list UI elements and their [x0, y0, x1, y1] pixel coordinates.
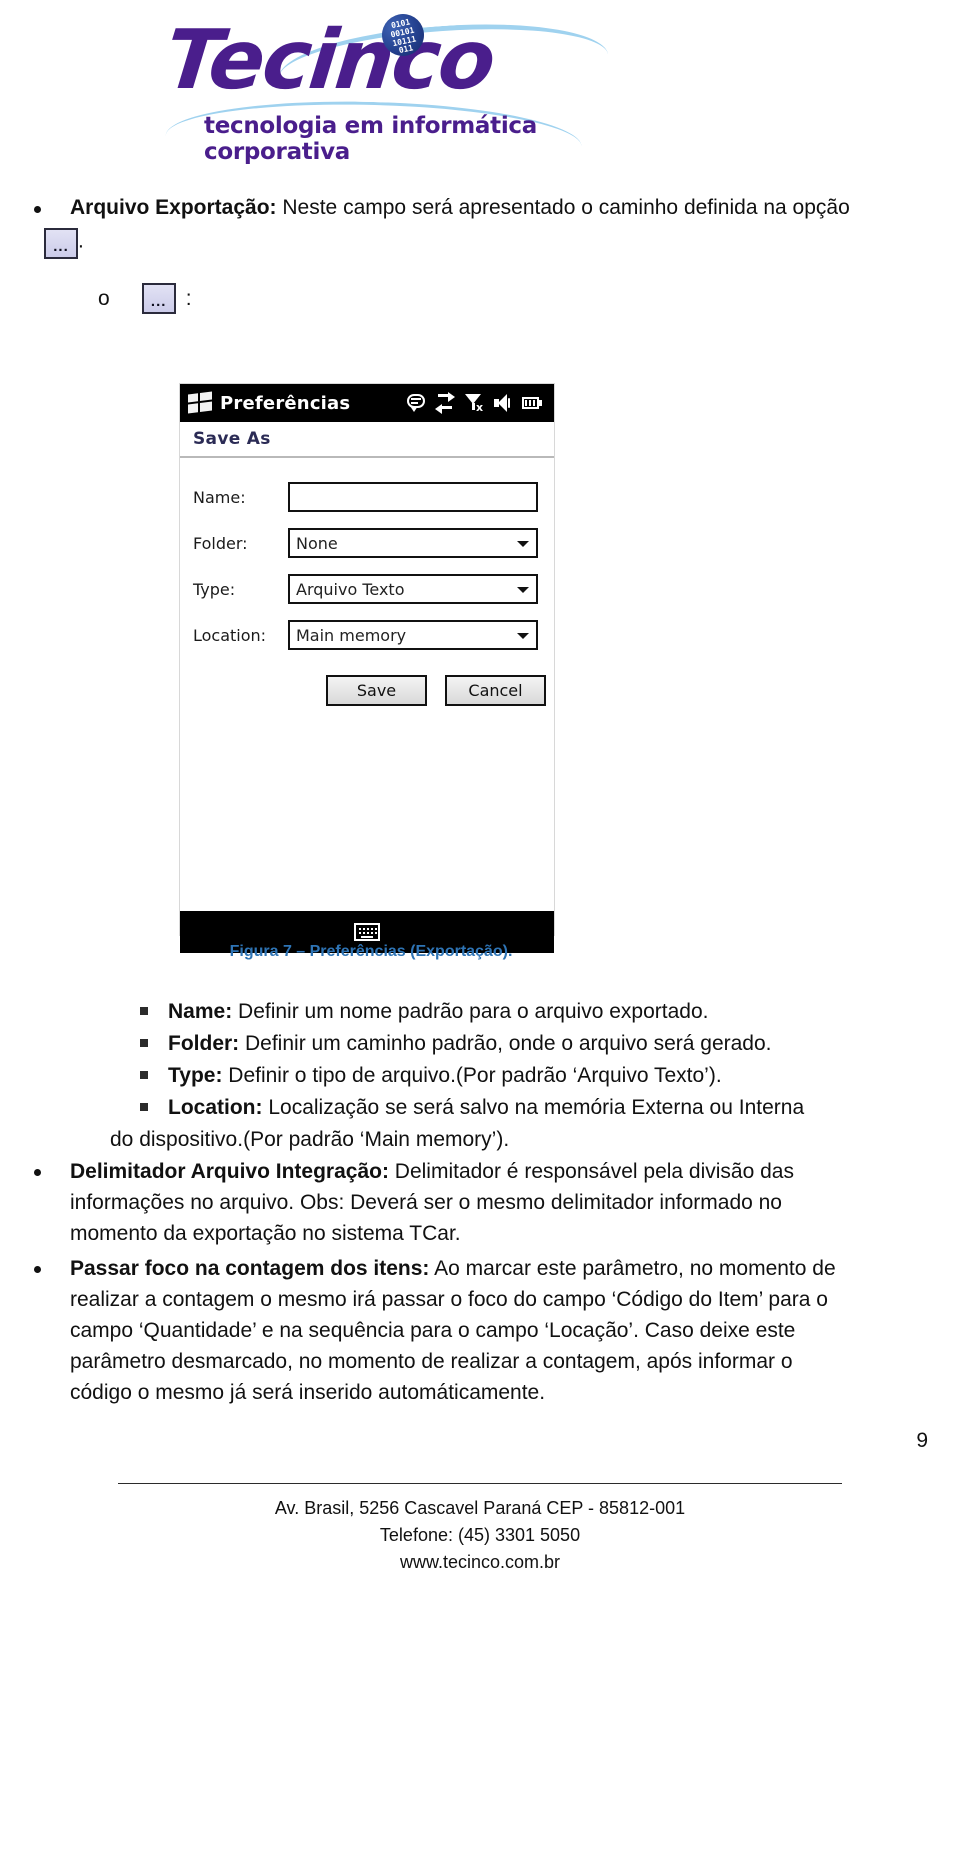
- option-text: Definir um caminho padrão, onde o arquiv…: [239, 1032, 772, 1055]
- type-select[interactable]: Arquivo Texto: [288, 574, 538, 604]
- cancel-button[interactable]: Cancel: [445, 675, 546, 706]
- paragraph-line: Delimitador é responsável pela divisão d…: [388, 1160, 794, 1183]
- footer-address: Av. Brasil, 5256 Cascavel Paraná CEP - 8…: [274, 1498, 686, 1518]
- save-button[interactable]: Save: [326, 675, 427, 706]
- bullet-passar-foco: Passar foco na contagem dos itens: Ao ma…: [34, 1253, 934, 1284]
- option-location: Location: Localização se será salvo na m…: [140, 1092, 940, 1123]
- device-body: Name: Folder: None Type: Arquivo Texto L…: [180, 474, 554, 953]
- option-text: Localização se será salvo na memória Ext…: [262, 1096, 805, 1119]
- folder-select[interactable]: None: [288, 528, 538, 558]
- square-bullet-icon: [140, 1007, 148, 1015]
- type-select-value: Arquivo Texto: [296, 579, 405, 599]
- device-title: Preferências: [220, 392, 351, 414]
- option-label: Folder:: [168, 1032, 240, 1055]
- folder-select-value: None: [296, 533, 338, 553]
- option-text: Definir um nome padrão para o arquivo ex…: [232, 1000, 709, 1023]
- sub-bullet-row: o ... :: [98, 283, 192, 314]
- device-status-icons: x: [406, 392, 546, 414]
- paragraph-label: Passar foco na contagem dos itens:: [70, 1257, 430, 1280]
- dots-button-row-1: ....: [44, 228, 84, 259]
- paragraph-line: realizar a contagem o mesmo irá passar o…: [70, 1288, 828, 1311]
- bullet-label: Arquivo Exportação:: [70, 196, 277, 219]
- period-after-button: .: [78, 229, 84, 253]
- ellipsis-button-2[interactable]: ...: [141, 283, 176, 314]
- bullet-text: Neste campo será apresentado o caminho d…: [276, 196, 850, 219]
- signal-off-icon[interactable]: x: [464, 393, 484, 413]
- paragraph-line: Ao marcar este parâmetro, no momento de: [429, 1257, 836, 1280]
- bullet-delimitador: Delimitador Arquivo Integração: Delimita…: [34, 1156, 934, 1187]
- location-label: Location:: [193, 625, 267, 645]
- paragraph-line: parâmetro desmarcado, no momento de real…: [70, 1350, 793, 1373]
- chevron-down-icon: [517, 587, 529, 593]
- option-label: Name:: [168, 1000, 233, 1023]
- location-select-value: Main memory: [296, 625, 407, 645]
- logo-tagline: tecnologia em informática corporativa: [204, 113, 537, 165]
- name-label: Name:: [193, 487, 246, 507]
- device-row-type: Type: Arquivo Texto: [180, 566, 554, 612]
- page-header: Tecinco 0101 00101 10111 011 tecnologia …: [0, 0, 960, 170]
- paragraph-line: informações no arquivo. Obs: Deverá ser …: [70, 1191, 782, 1214]
- speaker-icon[interactable]: [493, 393, 513, 413]
- bullet-dot-icon: [34, 206, 41, 213]
- device-subheader-label: Save As: [193, 429, 271, 449]
- ellipsis-button-2-label: ...: [150, 293, 167, 310]
- device-row-name: Name:: [180, 474, 554, 520]
- ellipsis-button-label: ...: [53, 238, 69, 255]
- windows-flag-icon: [188, 391, 212, 415]
- sub-bullet-marker: o: [98, 287, 110, 310]
- square-bullet-icon: [140, 1039, 148, 1047]
- paragraph-label: Delimitador Arquivo Integração:: [70, 1160, 389, 1183]
- bullet-arquivo-exportacao: Arquivo Exportação: Neste campo será apr…: [34, 193, 934, 223]
- bullet-dot-icon: [34, 1169, 41, 1176]
- device-button-row: Save Cancel: [180, 675, 554, 706]
- battery-icon[interactable]: [522, 393, 542, 413]
- option-type: Type: Definir o tipo de arquivo.(Por pad…: [140, 1060, 940, 1091]
- bullet-dot-icon: [34, 1266, 41, 1273]
- logo-wordmark: Tecinco: [161, 13, 499, 108]
- option-label: Type:: [168, 1064, 223, 1087]
- name-input[interactable]: [288, 482, 538, 512]
- option-folder: Folder: Definir um caminho padrão, onde …: [140, 1028, 940, 1059]
- square-bullet-icon: [140, 1071, 148, 1079]
- sync-icon[interactable]: [435, 392, 455, 414]
- paragraph-line: campo ‘Quantidade’ e na sequência para o…: [70, 1319, 796, 1342]
- paragraph-line: código o mesmo já será inserido automáti…: [70, 1381, 546, 1404]
- device-row-location: Location: Main memory: [180, 612, 554, 658]
- option-label: Location:: [168, 1096, 263, 1119]
- device-titlebar: Preferências x: [180, 384, 554, 422]
- folder-label: Folder:: [193, 533, 248, 553]
- device-row-folder: Folder: None: [180, 520, 554, 566]
- tecinco-logo: Tecinco 0101 00101 10111 011 tecnologia …: [160, 8, 610, 165]
- paragraph-line: momento da exportação no sistema TCar.: [70, 1222, 461, 1245]
- chevron-down-icon: [517, 633, 529, 639]
- sub-bullet-colon: :: [185, 286, 192, 310]
- chat-icon[interactable]: [406, 393, 426, 413]
- keyboard-icon[interactable]: [354, 923, 380, 941]
- ellipsis-button[interactable]: ...: [44, 228, 78, 259]
- type-label: Type:: [193, 579, 236, 599]
- device-subheader: Save As: [180, 422, 554, 458]
- option-location-line2: do dispositivo.(Por padrão ‘Main memory’…: [110, 1128, 510, 1151]
- device-screenshot: Preferências x Save As Name: Folder: Non…: [179, 383, 555, 953]
- footer-phone: Telefone: (45) 3301 5050: [379, 1525, 581, 1545]
- page-footer: Av. Brasil, 5256 Cascavel Paraná CEP - 8…: [0, 1495, 960, 1576]
- location-select[interactable]: Main memory: [288, 620, 538, 650]
- option-text: Definir o tipo de arquivo.(Por padrão ‘A…: [222, 1064, 722, 1087]
- square-bullet-icon: [140, 1103, 148, 1111]
- page-number: 9: [916, 1429, 928, 1452]
- figure-caption: Figura 7 – Preferências (Exportação).: [229, 943, 513, 960]
- footer-website[interactable]: www.tecinco.com.br: [0, 1549, 960, 1576]
- footer-divider: [118, 1483, 842, 1484]
- option-name: Name: Definir um nome padrão para o arqu…: [140, 996, 940, 1027]
- chevron-down-icon: [517, 541, 529, 547]
